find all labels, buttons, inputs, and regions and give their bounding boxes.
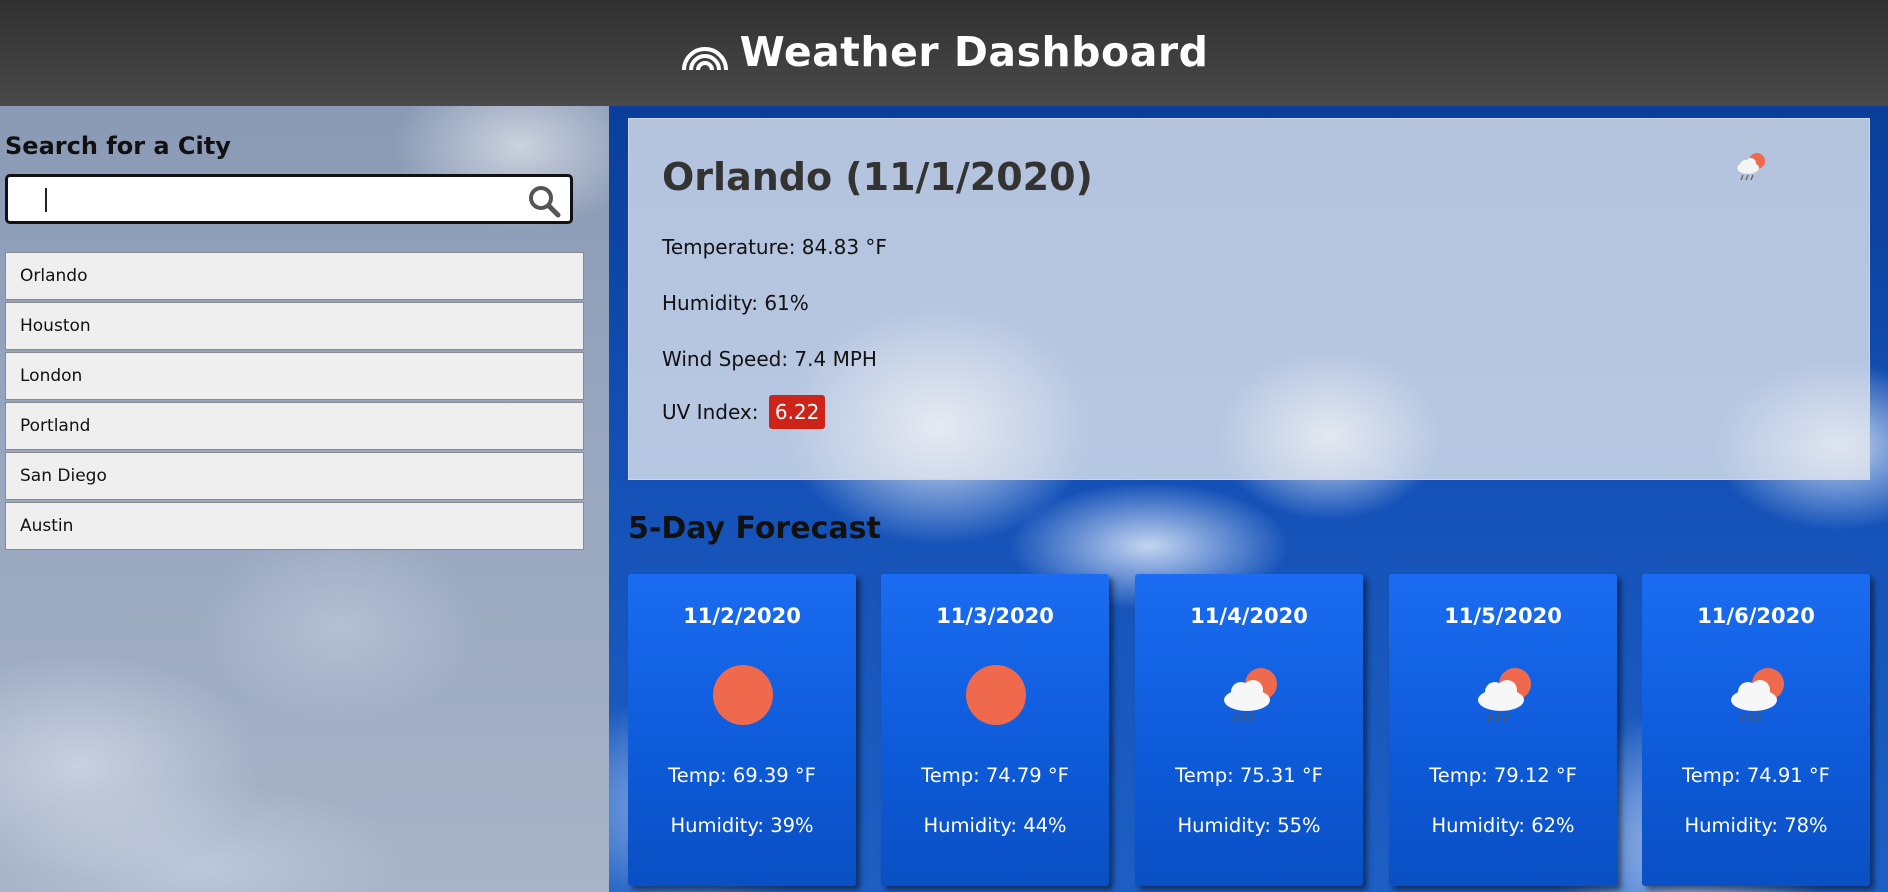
city-button-london[interactable]: London: [5, 352, 584, 400]
rainbow-icon: [681, 47, 728, 71]
forecast-heading: 5-Day Forecast: [628, 511, 881, 546]
main-content: Orlando (11/1/2020) Temperature: 84.83 °…: [609, 106, 1888, 892]
forecast-temp: Temp: 79.12 °F: [1429, 764, 1577, 787]
current-city-title: Orlando (11/1/2020): [662, 155, 1093, 199]
forecast-card: 11/3/2020 Temp: 74.79 °F Humidity: 44%: [881, 574, 1109, 886]
header-logo: Weather Dashboard: [680, 28, 1209, 76]
forecast-temp: Temp: 74.79 °F: [921, 764, 1069, 787]
forecast-humidity: Humidity: 78%: [1684, 814, 1828, 837]
search-input[interactable]: [22, 182, 506, 218]
forecast-date: 11/3/2020: [936, 604, 1054, 628]
forecast-humidity: Humidity: 39%: [670, 814, 814, 837]
search-icon[interactable]: [527, 184, 561, 218]
forecast-date: 11/4/2020: [1190, 604, 1308, 628]
forecast-humidity: Humidity: 55%: [1177, 814, 1321, 837]
forecast-humidity: Humidity: 44%: [923, 814, 1067, 837]
text-caret: [45, 188, 47, 212]
sun-icon: [713, 665, 773, 725]
forecast-date: 11/2/2020: [683, 604, 801, 628]
current-temperature: Temperature: 84.83 °F: [662, 235, 887, 259]
sun-icon: [966, 665, 1026, 725]
forecast-temp: Temp: 74.91 °F: [1682, 764, 1830, 787]
current-wind-speed: Wind Speed: 7.4 MPH: [662, 347, 877, 371]
rain-cloud-sun-icon: [1478, 668, 1531, 723]
forecast-card: 11/6/2020 Temp: 74.91 °F Humidity: 78%: [1642, 574, 1870, 886]
forecast-humidity: Humidity: 62%: [1431, 814, 1575, 837]
uv-badge: 6.22: [768, 395, 826, 429]
search-box[interactable]: [5, 174, 573, 224]
sidebar: Search for a City Orlando Houston London…: [0, 106, 609, 892]
city-button-austin[interactable]: Austin: [5, 502, 584, 550]
forecast-date: 11/6/2020: [1697, 604, 1815, 628]
rain-cloud-sun-icon: [1731, 668, 1784, 723]
current-humidity: Humidity: 61%: [662, 291, 809, 315]
forecast-card: 11/4/2020 Temp: 75.31 °F Humidity: 55%: [1135, 574, 1363, 886]
forecast-date: 11/5/2020: [1444, 604, 1562, 628]
app-header: Weather Dashboard: [0, 0, 1888, 106]
forecast-temp: Temp: 69.39 °F: [668, 764, 816, 787]
search-history-list: Orlando Houston London Portland San Dieg…: [5, 252, 584, 552]
city-button-san-diego[interactable]: San Diego: [5, 452, 584, 500]
rain-cloud-sun-icon: [1736, 153, 1765, 181]
current-uv-index: UV Index: 6.22: [662, 395, 826, 429]
forecast-card: 11/2/2020 Temp: 69.39 °F Humidity: 39%: [628, 574, 856, 886]
forecast-card: 11/5/2020 Temp: 79.12 °F Humidity: 62%: [1389, 574, 1617, 886]
search-heading: Search for a City: [5, 132, 231, 160]
city-button-orlando[interactable]: Orlando: [5, 252, 584, 300]
page-title: Weather Dashboard: [739, 28, 1209, 76]
city-button-houston[interactable]: Houston: [5, 302, 584, 350]
current-weather-card: Orlando (11/1/2020) Temperature: 84.83 °…: [628, 118, 1870, 480]
city-button-portland[interactable]: Portland: [5, 402, 584, 450]
uv-label: UV Index:: [662, 400, 759, 424]
forecast-temp: Temp: 75.31 °F: [1175, 764, 1323, 787]
rain-cloud-sun-icon: [1224, 668, 1277, 723]
